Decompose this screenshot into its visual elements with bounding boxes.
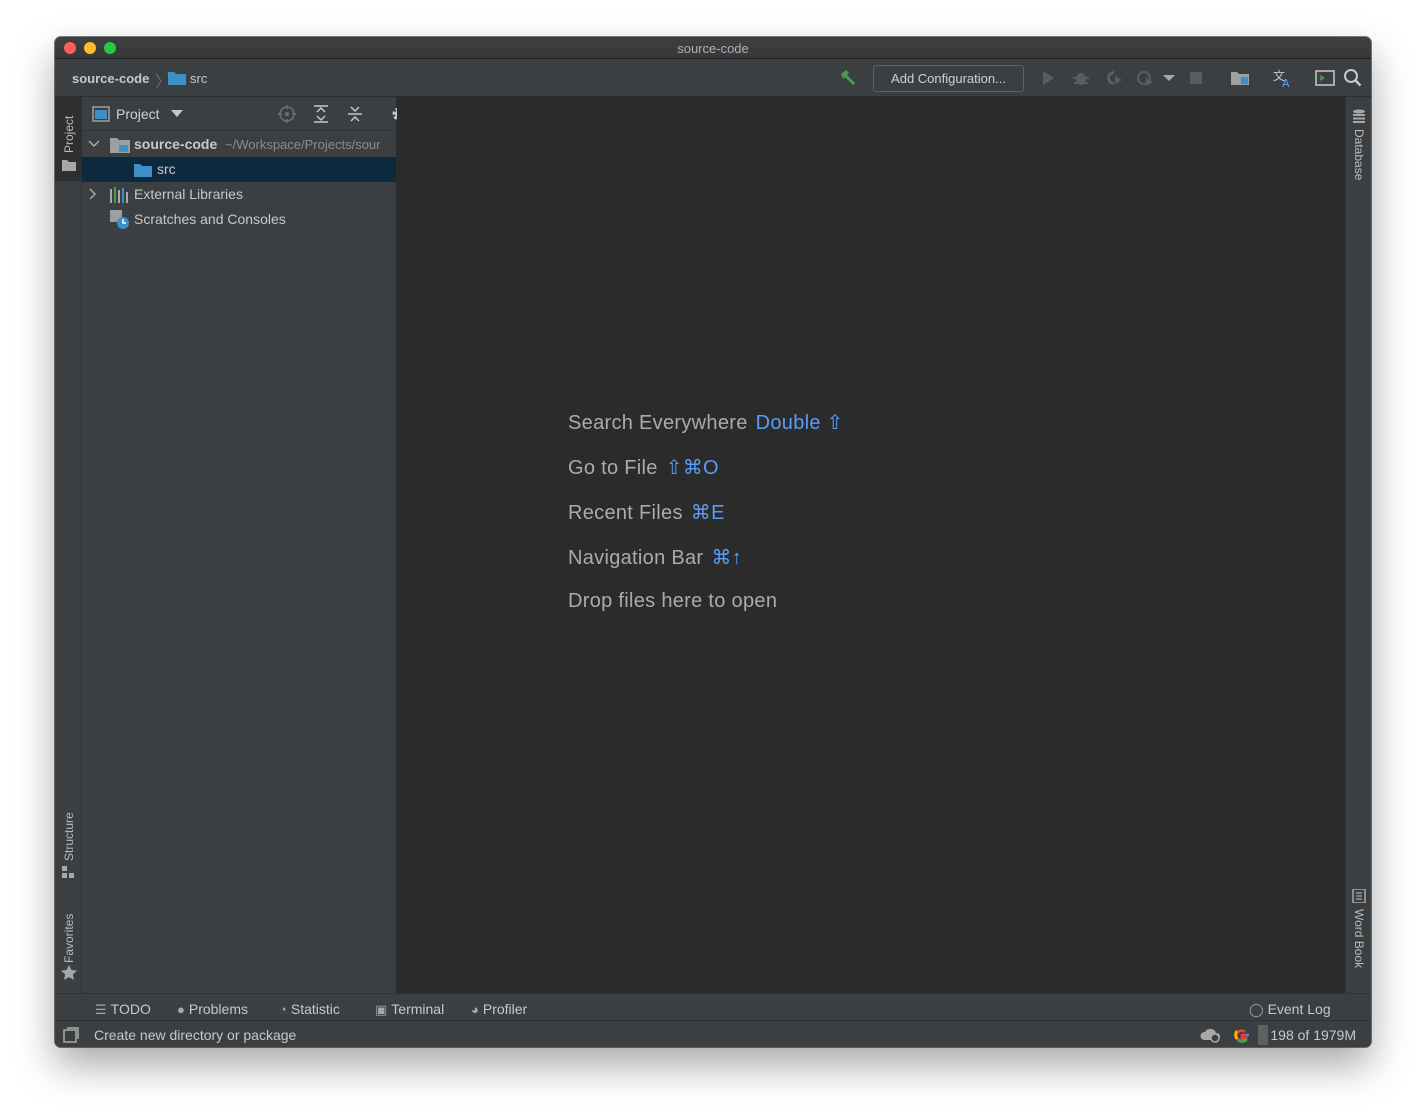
project-panel-header: Project xyxy=(82,97,441,131)
chevron-down-icon[interactable] xyxy=(88,140,100,148)
hint-recent-files: Recent Files ⌘E xyxy=(568,500,725,525)
chevron-down-icon[interactable] xyxy=(1159,68,1179,88)
ide-window: source-code source-code 〉 src Add Config… xyxy=(55,37,1371,1047)
tree-item-label: Scratches and Consoles xyxy=(134,211,286,227)
memory-indicator[interactable]: 198 of 1979M xyxy=(1258,1025,1356,1045)
profiler-label: Profiler xyxy=(482,1001,528,1017)
event-log-label: Event Log xyxy=(1267,1001,1331,1017)
hint-label: Search Everywhere xyxy=(568,412,748,434)
speech-bubble-icon: ◯ xyxy=(1249,1002,1264,1017)
tree-item-label: src xyxy=(157,161,176,177)
run-icon[interactable] xyxy=(1038,68,1058,88)
chevron-right-icon[interactable] xyxy=(88,188,98,200)
database-icon xyxy=(1353,109,1365,123)
window-title: source-code xyxy=(677,41,749,56)
google-icon[interactable] xyxy=(1233,1026,1251,1044)
project-view-icon xyxy=(92,106,110,122)
project-structure-icon[interactable] xyxy=(1230,68,1250,88)
hint-drop-files: Drop files here to open xyxy=(568,590,777,613)
tree-item-scratches[interactable]: Scratches and Consoles xyxy=(82,207,396,232)
terminal-label: Terminal xyxy=(391,1001,445,1017)
structure-tool-label[interactable]: Structure xyxy=(62,812,76,861)
libraries-icon xyxy=(110,187,128,203)
tree-item-label: External Libraries xyxy=(134,186,243,202)
hint-label: Go to File xyxy=(568,457,658,479)
breadcrumb-project[interactable]: source-code xyxy=(72,71,149,86)
hint-label: Navigation Bar xyxy=(568,547,704,569)
locate-file-icon[interactable] xyxy=(278,105,296,123)
folder-icon xyxy=(62,160,76,171)
editor-area[interactable]: Search Everywhere Double ⇧ Go to File ⇧⌘O … xyxy=(397,97,1345,993)
profiler-tool-button[interactable]: ◕ Profiler xyxy=(471,1001,527,1017)
run-with-coverage-icon[interactable] xyxy=(1104,68,1124,88)
hint-shortcut: ⌘E xyxy=(690,502,725,524)
profiler-icon: ◕ xyxy=(471,1002,479,1017)
bottom-tool-bar: ☰ TODO ● Problems ◔ Statistic ▣ Terminal ◕ Pr… xyxy=(55,993,1371,1020)
navigation-bar: source-code 〉 src Add Configuration... 文… xyxy=(55,59,1371,97)
todo-tool-button[interactable]: ☰ TODO xyxy=(95,1001,151,1018)
hint-search-everywhere: Search Everywhere Double ⇧ xyxy=(568,410,844,435)
right-tool-stripe: Database Word Book xyxy=(1345,97,1371,993)
memory-usage-bar xyxy=(1258,1025,1269,1045)
profile-icon[interactable] xyxy=(1135,68,1155,88)
search-icon[interactable] xyxy=(1343,68,1363,88)
statistic-label: Statistic xyxy=(290,1001,340,1017)
cloud-sync-icon[interactable] xyxy=(1200,1026,1222,1044)
debug-icon[interactable] xyxy=(1071,68,1091,88)
project-view-selector[interactable]: Project xyxy=(116,106,160,122)
build-hammer-icon[interactable] xyxy=(838,68,858,88)
favorites-tool-label[interactable]: Favorites xyxy=(62,914,76,963)
problems-label: Problems xyxy=(188,1001,248,1017)
word-book-icon xyxy=(1352,889,1366,903)
expand-all-icon[interactable] xyxy=(312,105,330,123)
list-icon: ☰ xyxy=(95,1002,107,1017)
word-book-tool-label[interactable]: Word Book xyxy=(1352,909,1366,968)
tree-item-src[interactable]: src xyxy=(82,157,396,182)
tree-item-external-libraries[interactable]: External Libraries xyxy=(82,182,396,207)
status-message: Create new directory or package xyxy=(94,1027,297,1043)
project-path: ~/Workspace/Projects/sour xyxy=(225,137,381,152)
terminal-icon: ▣ xyxy=(375,1002,388,1017)
hint-go-to-file: Go to File ⇧⌘O xyxy=(568,455,719,480)
collapse-all-icon[interactable] xyxy=(346,105,364,123)
event-log-tool-button[interactable]: ◯ Event Log xyxy=(1249,1001,1331,1018)
scratches-icon xyxy=(110,210,129,229)
translate-icon[interactable]: 文 A xyxy=(1273,68,1293,88)
hint-shortcut: ⇧⌘O xyxy=(665,457,719,479)
project-folder-icon xyxy=(110,138,130,153)
hint-label: Recent Files xyxy=(568,502,683,524)
project-tool-window: Project source-code ~/Workspace/Projects… xyxy=(82,97,441,993)
hint-navigation-bar: Navigation Bar ⌘↑ xyxy=(568,545,742,570)
memory-text: 198 of 1979M xyxy=(1270,1027,1356,1043)
left-tool-stripe: Project Structure Favorites xyxy=(55,97,82,993)
toggle-tool-windows-icon[interactable] xyxy=(63,1027,79,1043)
problems-icon: ● xyxy=(177,1002,185,1017)
status-bar: Create new directory or package 198 of 1… xyxy=(55,1020,1371,1047)
breadcrumb-src[interactable]: src xyxy=(190,71,207,86)
structure-icon xyxy=(62,866,74,878)
folder-icon xyxy=(134,164,152,177)
pie-chart-icon: ◔ xyxy=(279,1002,287,1017)
project-tool-label[interactable]: Project xyxy=(62,116,76,153)
hint-shortcut: Double ⇧ xyxy=(755,412,844,434)
stop-icon[interactable] xyxy=(1186,68,1206,88)
star-icon xyxy=(61,965,77,980)
add-configuration-button[interactable]: Add Configuration... xyxy=(873,65,1024,92)
todo-label: TODO xyxy=(110,1001,151,1017)
problems-tool-button[interactable]: ● Problems xyxy=(177,1001,248,1017)
svg-text:A: A xyxy=(1282,77,1290,88)
hint-shortcut: ⌘↑ xyxy=(711,547,742,569)
terminal-window-icon[interactable] xyxy=(1315,68,1335,88)
folder-icon xyxy=(168,72,186,85)
tree-item-source-code[interactable]: source-code ~/Workspace/Projects/sour xyxy=(82,132,396,157)
terminal-tool-button[interactable]: ▣ Terminal xyxy=(375,1001,444,1018)
statistic-tool-button[interactable]: ◔ Statistic xyxy=(279,1001,340,1017)
title-bar: source-code xyxy=(55,37,1371,59)
hint-label: Drop files here to open xyxy=(568,590,778,612)
tree-item-label: source-code xyxy=(134,136,218,152)
database-tool-label[interactable]: Database xyxy=(1352,129,1366,180)
chevron-down-icon[interactable] xyxy=(171,110,183,118)
